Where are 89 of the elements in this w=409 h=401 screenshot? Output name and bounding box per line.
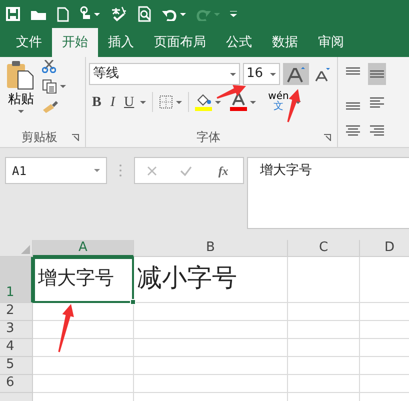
borders-icon[interactable] xyxy=(159,95,174,109)
paste-label: 粘贴 xyxy=(8,91,34,109)
column-header[interactable]: B xyxy=(134,240,288,257)
align-middle-icon xyxy=(370,70,384,78)
ribbon-tab[interactable]: 公式 xyxy=(216,28,262,57)
caret-icon[interactable] xyxy=(60,85,66,88)
copy-icon[interactable] xyxy=(42,79,57,94)
font-shrink-icon xyxy=(315,66,331,82)
cell[interactable]: 减小字号 xyxy=(134,257,288,303)
caret-icon[interactable] xyxy=(176,100,182,104)
customize-toolbar-icon[interactable] xyxy=(230,11,237,17)
annotation-arrow xyxy=(58,304,74,352)
hand-icon[interactable] xyxy=(79,6,91,22)
row-header[interactable]: 5 xyxy=(0,357,33,375)
caret-icon[interactable] xyxy=(94,169,100,172)
annotation-arrow xyxy=(287,89,300,122)
formula-bar-field[interactable]: 增大字号 xyxy=(247,157,409,229)
group-label: 剪贴板 xyxy=(20,129,58,146)
corner-triangle-icon xyxy=(21,245,30,254)
enter-check-icon[interactable] xyxy=(180,166,192,176)
cell[interactable] xyxy=(288,303,360,321)
column-header[interactable]: D xyxy=(360,240,409,257)
cell[interactable] xyxy=(134,303,288,321)
dialog-launcher-icon[interactable] xyxy=(72,134,79,141)
ribbon-tab[interactable]: 插入 xyxy=(98,28,144,57)
cell[interactable] xyxy=(33,357,134,375)
ribbon-tab[interactable]: 文件 xyxy=(6,28,52,57)
caret-icon[interactable] xyxy=(270,72,276,76)
row-header[interactable]: 1 xyxy=(0,257,33,303)
column-header[interactable]: A xyxy=(33,240,134,257)
caret-icon[interactable] xyxy=(230,72,236,76)
save-icon[interactable] xyxy=(6,7,20,21)
drag-handle-icon[interactable] xyxy=(119,164,122,177)
font-grow-icon xyxy=(286,66,306,82)
font-color-icon[interactable] xyxy=(230,93,248,111)
caret-icon[interactable] xyxy=(215,100,222,104)
italic-button[interactable]: I xyxy=(107,91,118,113)
cell[interactable] xyxy=(288,339,360,357)
clipboard-icon xyxy=(6,60,36,90)
document-icon[interactable] xyxy=(57,6,69,22)
cell[interactable] xyxy=(288,321,360,339)
align-right-icon xyxy=(370,124,384,136)
bold-button[interactable]: B xyxy=(89,91,104,113)
undo-icon[interactable] xyxy=(162,8,177,20)
cell[interactable] xyxy=(134,375,288,393)
caret-icon[interactable] xyxy=(250,100,256,104)
row-header[interactable]: 6 xyxy=(0,375,33,393)
insert-function-button[interactable]: fx xyxy=(215,160,232,180)
ribbon-tab[interactable]: 开始 xyxy=(52,28,98,57)
cell[interactable] xyxy=(33,375,134,393)
underline-button[interactable]: U xyxy=(121,91,138,113)
name-box[interactable]: A1 xyxy=(5,157,107,184)
cell[interactable] xyxy=(134,357,288,375)
ribbon-tab[interactable]: 页面布局 xyxy=(144,28,216,57)
group-label: 字体 xyxy=(196,129,222,146)
spelling-check-icon[interactable] xyxy=(110,6,128,22)
align-center-icon xyxy=(346,124,360,136)
ribbon-tab[interactable]: 数据 xyxy=(262,28,308,57)
paste-button[interactable]: 粘贴 xyxy=(6,60,36,127)
cell[interactable] xyxy=(288,257,360,303)
font-size-field[interactable]: 16 xyxy=(242,63,280,85)
phonetic-guide-button[interactable]: wén 文 xyxy=(265,92,292,112)
align-middle-button[interactable] xyxy=(368,63,386,85)
cell[interactable] xyxy=(288,357,360,375)
print-preview-icon[interactable] xyxy=(138,6,152,22)
column-header[interactable]: C xyxy=(288,240,360,257)
caret-icon[interactable] xyxy=(18,110,24,112)
cell[interactable] xyxy=(134,321,288,339)
align-left-icon xyxy=(370,96,384,108)
row-header[interactable]: 3 xyxy=(0,321,33,339)
caret-icon[interactable] xyxy=(140,100,146,104)
cell[interactable] xyxy=(134,339,288,357)
align-top-icon xyxy=(346,66,360,74)
fill-handle[interactable] xyxy=(130,299,136,305)
font-name-field[interactable]: 等线 xyxy=(89,63,240,85)
caret-icon[interactable] xyxy=(180,12,186,16)
caret-icon[interactable] xyxy=(94,12,100,16)
cut-icon[interactable] xyxy=(42,60,56,73)
row-header[interactable]: 2 xyxy=(0,303,33,321)
annotation-arrow xyxy=(216,85,246,99)
cell[interactable] xyxy=(288,375,360,393)
align-bottom-icon xyxy=(346,102,360,110)
format-painter-icon[interactable] xyxy=(42,100,58,114)
dialog-launcher-icon[interactable] xyxy=(324,134,331,141)
fill-color-icon[interactable] xyxy=(195,93,212,111)
cell[interactable]: 增大字号 xyxy=(33,257,134,303)
row-header[interactable]: 4 xyxy=(0,339,33,357)
increase-font-size-button[interactable] xyxy=(283,63,309,85)
ribbon-tab[interactable]: 审阅 xyxy=(308,28,354,57)
